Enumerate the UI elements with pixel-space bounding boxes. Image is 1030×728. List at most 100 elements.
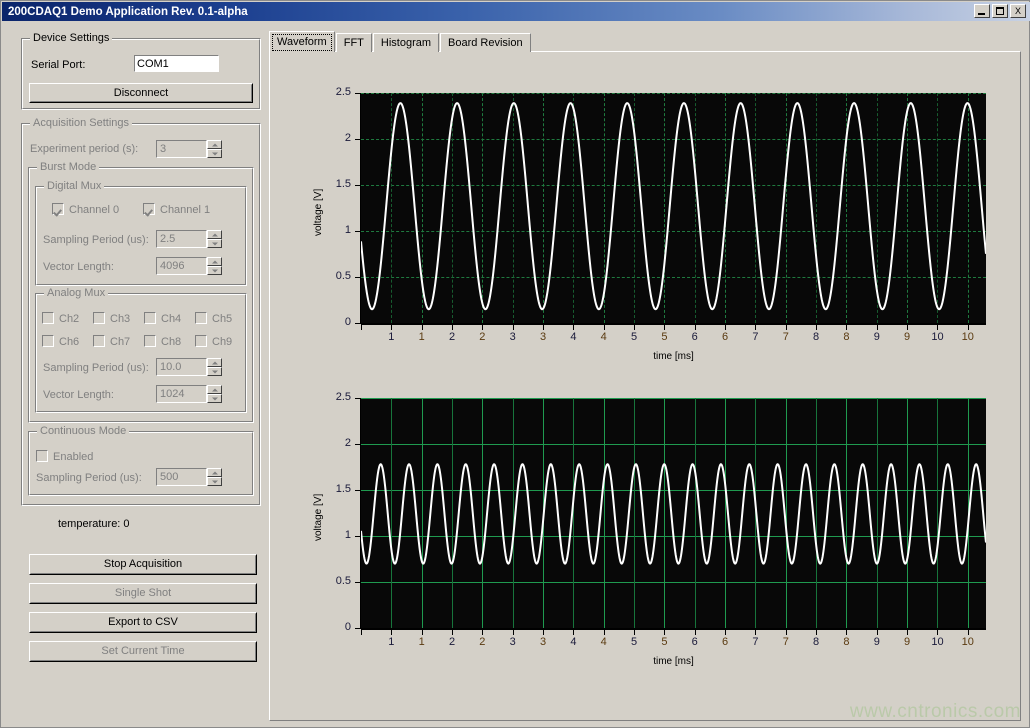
x-tick-label: 5 <box>619 331 649 343</box>
spin-down-icon[interactable] <box>207 477 222 486</box>
x-tick-label: 4 <box>558 331 588 343</box>
checkbox-ch3[interactable] <box>93 312 105 324</box>
checkbox-channel-0[interactable] <box>52 203 64 215</box>
analog-sampling-period-stepper[interactable]: 10.0 <box>156 358 222 376</box>
y-tick-mark <box>355 490 361 491</box>
y-tick-label: 1 <box>319 529 351 541</box>
checkbox-ch8[interactable] <box>144 335 156 347</box>
checkbox-continuous-enabled[interactable] <box>36 450 48 462</box>
device-settings-title: Device Settings <box>30 32 112 44</box>
digital-sampling-period-label: Sampling Period (us): <box>43 234 149 246</box>
set-current-time-button[interactable]: Set Current Time <box>29 641 257 662</box>
x-tick-label: 2 <box>467 636 497 648</box>
experiment-period-value[interactable]: 3 <box>156 140 207 158</box>
tab-fft[interactable]: FFT <box>336 33 372 52</box>
close-button[interactable]: X <box>1010 4 1026 18</box>
stop-acquisition-button[interactable]: Stop Acquisition <box>29 554 257 575</box>
label-ch4: Ch4 <box>161 313 181 325</box>
analog-sampling-period-label: Sampling Period (us): <box>43 362 149 374</box>
x-tick-label: 6 <box>710 636 740 648</box>
tab-histogram[interactable]: Histogram <box>373 33 439 52</box>
checkbox-ch4[interactable] <box>144 312 156 324</box>
single-shot-button[interactable]: Single Shot <box>29 583 257 604</box>
y-tick-mark <box>355 277 361 278</box>
checkbox-ch7[interactable] <box>93 335 105 347</box>
export-to-csv-button[interactable]: Export to CSV <box>29 612 257 633</box>
x-tick-label: 9 <box>862 636 892 648</box>
analog-vector-length-value[interactable]: 1024 <box>156 385 207 403</box>
y-tick-label: 2 <box>319 132 351 144</box>
x-tick-mark <box>422 325 423 330</box>
analog-vector-length-stepper[interactable]: 1024 <box>156 385 222 403</box>
checkbox-ch6[interactable] <box>42 335 54 347</box>
x-tick-mark <box>452 630 453 635</box>
digital-sampling-period-stepper[interactable]: 2.5 <box>156 230 222 248</box>
acquisition-settings-title: Acquisition Settings <box>30 117 132 129</box>
tab-board-revision[interactable]: Board Revision <box>440 33 531 52</box>
x-tick-mark <box>846 325 847 330</box>
digital-vector-length-value[interactable]: 4096 <box>156 257 207 275</box>
maximize-button[interactable] <box>992 4 1008 18</box>
spin-up-icon[interactable] <box>207 230 222 239</box>
spin-up-icon[interactable] <box>207 468 222 477</box>
serial-port-input[interactable]: COM1 <box>134 55 219 72</box>
x-tick-mark <box>634 630 635 635</box>
x-tick-mark <box>391 325 392 330</box>
x-tick-label: 6 <box>680 636 710 648</box>
spin-up-icon[interactable] <box>207 140 222 149</box>
x-tick-label: 1 <box>376 331 406 343</box>
spin-down-icon[interactable] <box>207 239 222 248</box>
x-tick-mark <box>816 325 817 330</box>
analog-sampling-period-spin-buttons[interactable] <box>207 358 222 376</box>
disconnect-button[interactable]: Disconnect <box>29 83 253 103</box>
window-title: 200CDAQ1 Demo Application Rev. 0.1-alpha <box>2 6 248 18</box>
y-tick-mark <box>355 139 361 140</box>
x-tick-label: 10 <box>953 331 983 343</box>
digital-sampling-period-spin-buttons[interactable] <box>207 230 222 248</box>
x-tick-mark <box>482 630 483 635</box>
minimize-button[interactable] <box>974 4 990 18</box>
tab-waveform[interactable]: Waveform <box>269 31 335 52</box>
continuous-sampling-period-stepper[interactable]: 500 <box>156 468 222 486</box>
label-continuous-enabled: Enabled <box>53 451 93 463</box>
x-tick-label: 3 <box>528 331 558 343</box>
checkbox-ch5[interactable] <box>195 312 207 324</box>
y-axis-line <box>360 93 361 323</box>
continuous-sampling-period-spin-buttons[interactable] <box>207 468 222 486</box>
label-ch3: Ch3 <box>110 313 130 325</box>
checkbox-channel-1[interactable] <box>143 203 155 215</box>
analog-vector-length-spin-buttons[interactable] <box>207 385 222 403</box>
y-tick-label: 2 <box>319 437 351 449</box>
y-tick-mark <box>355 628 361 629</box>
experiment-period-spin-buttons[interactable] <box>207 140 222 158</box>
checkbox-ch9[interactable] <box>195 335 207 347</box>
checkbox-ch2[interactable] <box>42 312 54 324</box>
spin-up-icon[interactable] <box>207 257 222 266</box>
experiment-period-stepper[interactable]: 3 <box>156 140 222 158</box>
spin-down-icon[interactable] <box>207 266 222 275</box>
label-ch5: Ch5 <box>212 313 232 325</box>
x-axis-label: time [ms] <box>614 656 734 667</box>
y-tick-mark <box>355 398 361 399</box>
x-tick-label: 1 <box>407 636 437 648</box>
spin-down-icon[interactable] <box>207 394 222 403</box>
spin-up-icon[interactable] <box>207 358 222 367</box>
spin-up-icon[interactable] <box>207 385 222 394</box>
x-tick-label: 3 <box>498 331 528 343</box>
x-tick-label: 2 <box>437 331 467 343</box>
x-tick-mark <box>695 325 696 330</box>
spin-down-icon[interactable] <box>207 367 222 376</box>
y-tick-label: 0 <box>319 316 351 328</box>
x-tick-mark <box>452 325 453 330</box>
digital-sampling-period-value[interactable]: 2.5 <box>156 230 207 248</box>
digital-vector-length-stepper[interactable]: 4096 <box>156 257 222 275</box>
continuous-sampling-period-value[interactable]: 500 <box>156 468 207 486</box>
y-tick-mark <box>355 323 361 324</box>
digital-vector-length-spin-buttons[interactable] <box>207 257 222 275</box>
digital-mux-title: Digital Mux <box>44 180 104 192</box>
analog-sampling-period-value[interactable]: 10.0 <box>156 358 207 376</box>
spin-down-icon[interactable] <box>207 149 222 158</box>
y-tick-mark <box>355 231 361 232</box>
x-tick-mark <box>786 325 787 330</box>
x-tick-mark <box>361 630 362 635</box>
